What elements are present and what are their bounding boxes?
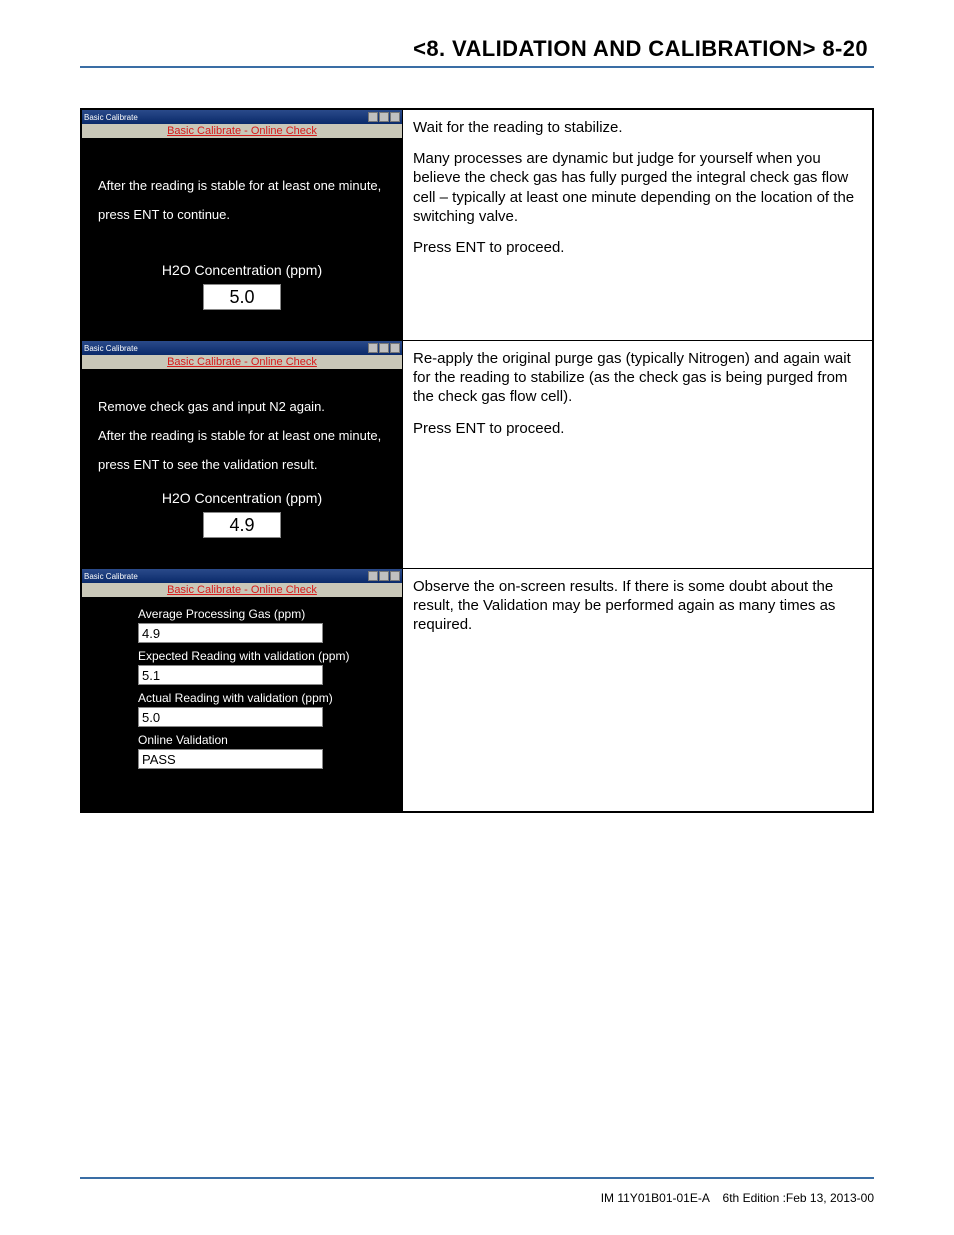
window-controls — [368, 112, 400, 122]
result-value: 5.1 — [138, 665, 323, 685]
instruction-text: Press ENT to proceed. — [413, 238, 862, 257]
window-subtitle: Basic Calibrate - Online Check — [82, 124, 402, 138]
instruction-text: Re-apply the original purge gas (typical… — [413, 349, 862, 407]
window-subtitle: Basic Calibrate - Online Check — [82, 583, 402, 597]
instruction-text: Wait for the reading to stabilize. — [413, 118, 862, 137]
window-controls — [368, 571, 400, 581]
instruction-cell: Re-apply the original purge gas (typical… — [403, 341, 874, 569]
instruction-text: Observe the on-screen results. If there … — [413, 577, 862, 635]
page-title: <8. VALIDATION AND CALIBRATION> 8-20 — [80, 36, 874, 68]
instruction-cell: Observe the on-screen results. If there … — [403, 569, 874, 813]
screenshot-panel-2: Basic Calibrate Basic Calibrate - Online… — [82, 341, 402, 568]
screenshot-panel-1: Basic Calibrate Basic Calibrate - Online… — [82, 110, 402, 340]
instruction-cell: Wait for the reading to stabilize. Many … — [403, 109, 874, 341]
doc-number: IM 11Y01B01-01E-A — [601, 1191, 710, 1205]
table-row: Basic Calibrate Basic Calibrate - Online… — [81, 569, 873, 813]
result-value: PASS — [138, 749, 323, 769]
footer-divider — [80, 1177, 874, 1179]
window-title: Basic Calibrate — [84, 344, 138, 353]
result-value: 4.9 — [138, 623, 323, 643]
concentration-value: 5.0 — [203, 284, 281, 310]
table-row: Basic Calibrate Basic Calibrate - Online… — [81, 341, 873, 569]
concentration-value: 4.9 — [203, 512, 281, 538]
instruction-text: Press ENT to proceed. — [413, 419, 862, 438]
concentration-label: H2O Concentration (ppm) — [98, 490, 386, 506]
window-titlebar: Basic Calibrate — [82, 569, 402, 583]
result-label: Online Validation — [138, 733, 386, 747]
window-controls — [368, 343, 400, 353]
result-label: Actual Reading with validation (ppm) — [138, 691, 386, 705]
result-label: Average Processing Gas (ppm) — [138, 607, 386, 621]
panel-line: press ENT to continue. — [98, 207, 386, 222]
window-title: Basic Calibrate — [84, 113, 138, 122]
panel-line: press ENT to see the validation result. — [98, 457, 386, 472]
window-subtitle: Basic Calibrate - Online Check — [82, 355, 402, 369]
window-titlebar: Basic Calibrate — [82, 110, 402, 124]
result-label: Expected Reading with validation (ppm) — [138, 649, 386, 663]
edition-date: 6th Edition :Feb 13, 2013-00 — [723, 1191, 874, 1205]
window-title: Basic Calibrate — [84, 572, 138, 581]
panel-line: Remove check gas and input N2 again. — [98, 399, 386, 414]
panel-line: After the reading is stable for at least… — [98, 178, 386, 193]
footer-text: IM 11Y01B01-01E-A 6th Edition :Feb 13, 2… — [601, 1191, 874, 1205]
screenshot-panel-3: Basic Calibrate Basic Calibrate - Online… — [82, 569, 402, 811]
instruction-table: Basic Calibrate Basic Calibrate - Online… — [80, 108, 874, 813]
table-row: Basic Calibrate Basic Calibrate - Online… — [81, 109, 873, 341]
result-value: 5.0 — [138, 707, 323, 727]
window-titlebar: Basic Calibrate — [82, 341, 402, 355]
panel-line: After the reading is stable for at least… — [98, 428, 386, 443]
concentration-label: H2O Concentration (ppm) — [98, 262, 386, 278]
instruction-text: Many processes are dynamic but judge for… — [413, 149, 862, 226]
